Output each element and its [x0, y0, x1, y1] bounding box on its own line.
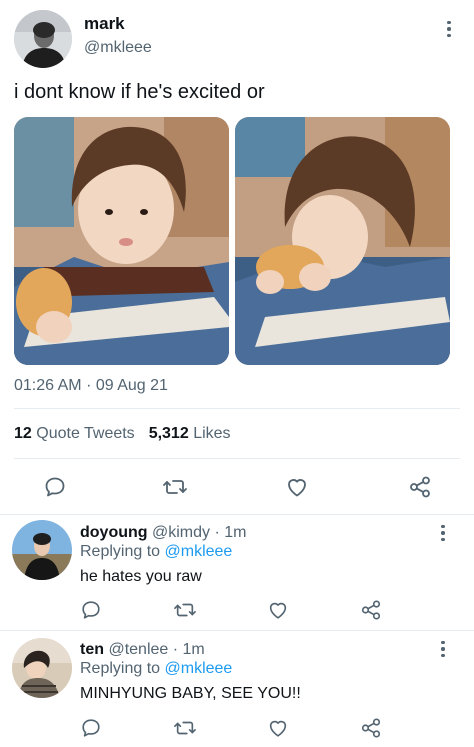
replying-to: Replying to @mkleee	[80, 543, 232, 561]
share-icon[interactable]	[406, 474, 434, 500]
reply-author-name[interactable]: ten	[80, 641, 104, 658]
like-label: Likes	[193, 425, 231, 442]
author-handle[interactable]: @mkleee	[84, 39, 152, 57]
retweet-icon[interactable]	[161, 474, 189, 500]
more-icon[interactable]	[440, 18, 458, 40]
timestamp-separator: ·	[86, 377, 92, 394]
reply-text: MINHYUNG BABY, SEE YOU!!	[80, 685, 301, 702]
tweet-stats: 12 Quote Tweets 5,312 Likes	[14, 425, 231, 443]
like-count: 5,312	[148, 425, 189, 442]
divider	[14, 458, 460, 459]
like-icon[interactable]	[284, 474, 310, 500]
like-icon[interactable]	[266, 598, 290, 622]
replying-to-link[interactable]: @mkleee	[165, 660, 233, 677]
reply-icon[interactable]	[79, 716, 103, 740]
author-name[interactable]: mark	[84, 14, 125, 34]
more-icon[interactable]	[434, 522, 452, 544]
reply-header: ten @tenlee · 1m	[80, 641, 205, 659]
replying-to: Replying to @mkleee	[80, 660, 232, 678]
reply-header: doyoung @kimdy · 1m	[80, 524, 246, 542]
tweet-date: 09 Aug 21	[95, 377, 168, 394]
divider	[14, 408, 460, 409]
reply-author-handle[interactable]: @tenlee	[108, 641, 168, 658]
reply-time: · 1m	[214, 524, 247, 541]
retweet-icon[interactable]	[172, 598, 198, 622]
reply-avatar[interactable]	[12, 638, 72, 698]
replying-to-label: Replying to	[80, 660, 161, 677]
reply-time: · 1m	[172, 641, 205, 658]
likes-stat[interactable]: 5,312 Likes	[149, 425, 231, 443]
retweet-icon[interactable]	[172, 716, 198, 740]
reply-avatar[interactable]	[12, 520, 72, 580]
reply-text: he hates you raw	[80, 568, 202, 585]
quote-label: Quote Tweets	[36, 425, 135, 442]
more-icon[interactable]	[434, 638, 452, 660]
share-icon[interactable]	[359, 598, 383, 622]
author-avatar[interactable]	[14, 10, 72, 68]
quote-count: 12	[14, 425, 32, 442]
tweet-photo-2[interactable]	[235, 117, 450, 365]
tweet-time: 01:26 AM	[14, 377, 82, 394]
tweet-photo-1[interactable]	[14, 117, 229, 365]
replying-to-link[interactable]: @mkleee	[165, 543, 233, 560]
tweet-timestamp[interactable]: 01:26 AM · 09 Aug 21	[14, 377, 168, 395]
reply-author-handle[interactable]: @kimdy	[152, 524, 210, 541]
reply-icon[interactable]	[79, 598, 103, 622]
tweet-text: i dont know if he's excited or	[14, 81, 265, 103]
divider	[0, 630, 474, 631]
reply-icon[interactable]	[42, 474, 68, 500]
replying-to-label: Replying to	[80, 543, 161, 560]
quote-tweets-stat[interactable]: 12 Quote Tweets	[14, 425, 135, 443]
like-icon[interactable]	[266, 716, 290, 740]
divider	[0, 514, 474, 515]
reply-author-name[interactable]: doyoung	[80, 524, 148, 541]
share-icon[interactable]	[359, 716, 383, 740]
